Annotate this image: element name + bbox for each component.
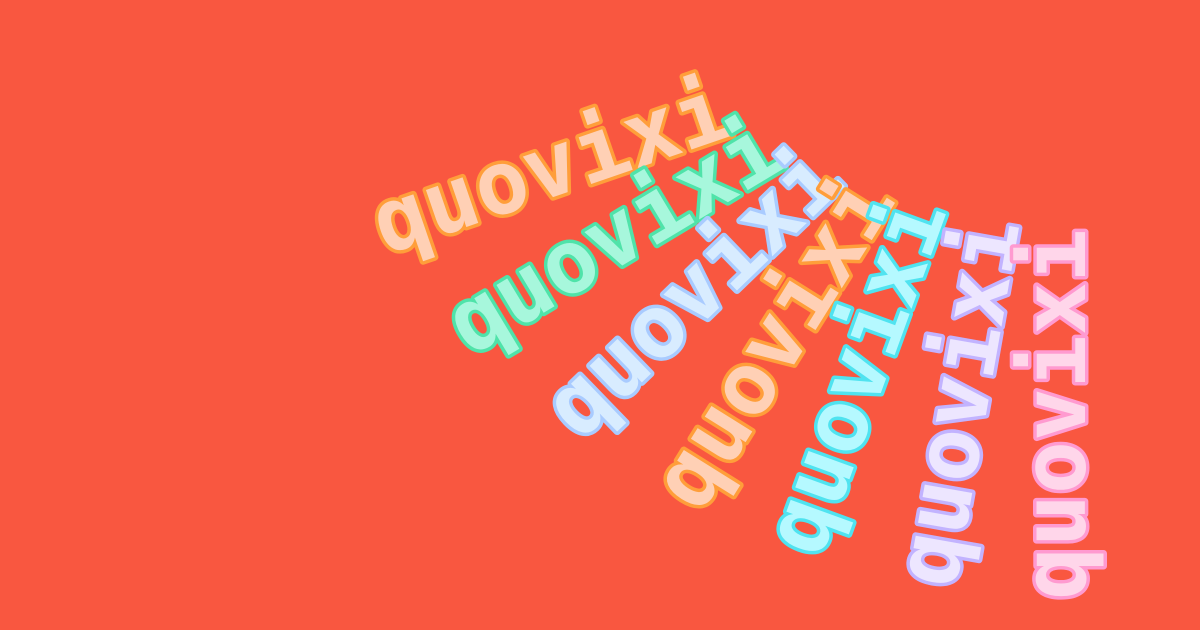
fan-word-7: quovixi: [1003, 229, 1106, 600]
word-fan: quovixi quovixi quovixi quovixi quovixi …: [355, 53, 1110, 603]
fanned-word-art: quovixi quovixi quovixi quovixi quovixi …: [355, 53, 1110, 603]
